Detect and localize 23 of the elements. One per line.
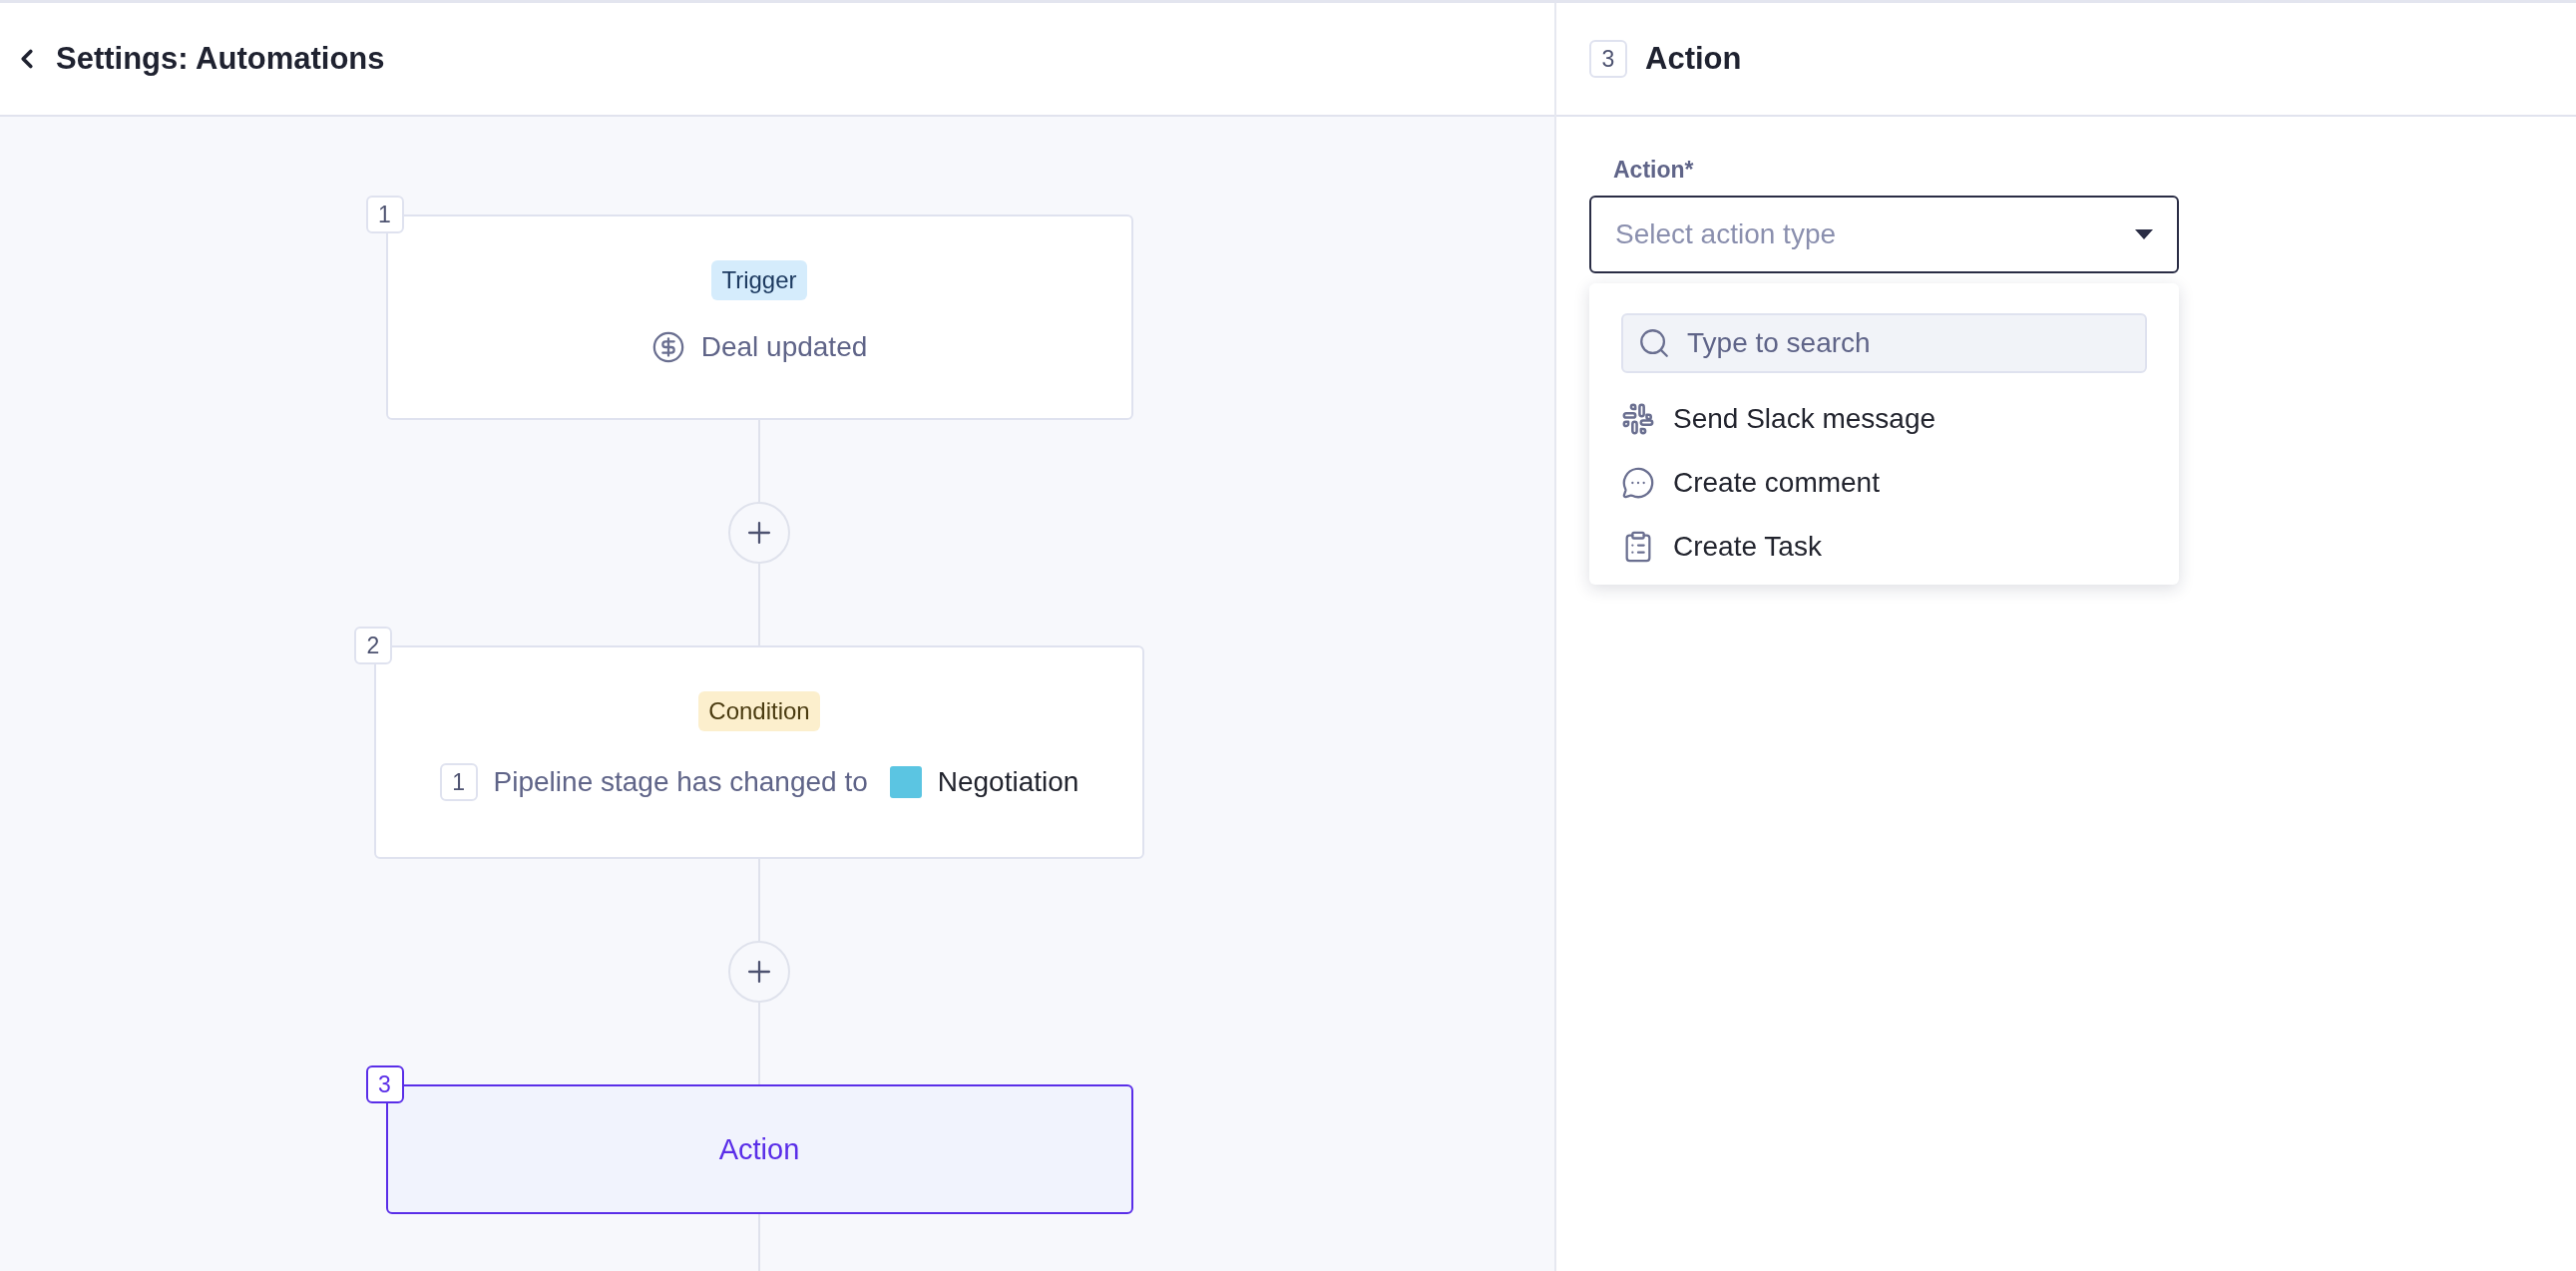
step-number: 3 [1589,40,1627,78]
stage-name: Negotiation [937,766,1079,798]
rule-text: Pipeline stage has changed to [493,766,868,798]
page-title: Settings: Automations [56,41,385,77]
dollar-icon [650,330,685,364]
rule-number: 1 [439,763,478,801]
field-label: Action* [1612,157,1695,184]
chat-bubble-icon [1621,466,1655,500]
search-field[interactable]: Type to search [1621,313,2147,373]
slack-icon [1621,402,1655,436]
dropdown-option[interactable]: Send Slack message [1621,387,2147,451]
caret-icon [2135,229,2153,239]
action-title: Action [718,1132,800,1166]
trigger-tag: Trigger [711,260,807,300]
condition-tag: Condition [698,691,820,731]
step-number: 1 [365,196,404,233]
step-number: 2 [354,627,392,664]
dropdown-option[interactable]: Create comment [1621,451,2147,515]
trigger-summary: Deal updated [700,331,868,363]
dropdown-option[interactable]: Create Task [1621,515,2147,579]
panel-title: Action [1645,41,1742,77]
step-number: 3 [365,1065,404,1103]
search-icon [1637,326,1671,360]
